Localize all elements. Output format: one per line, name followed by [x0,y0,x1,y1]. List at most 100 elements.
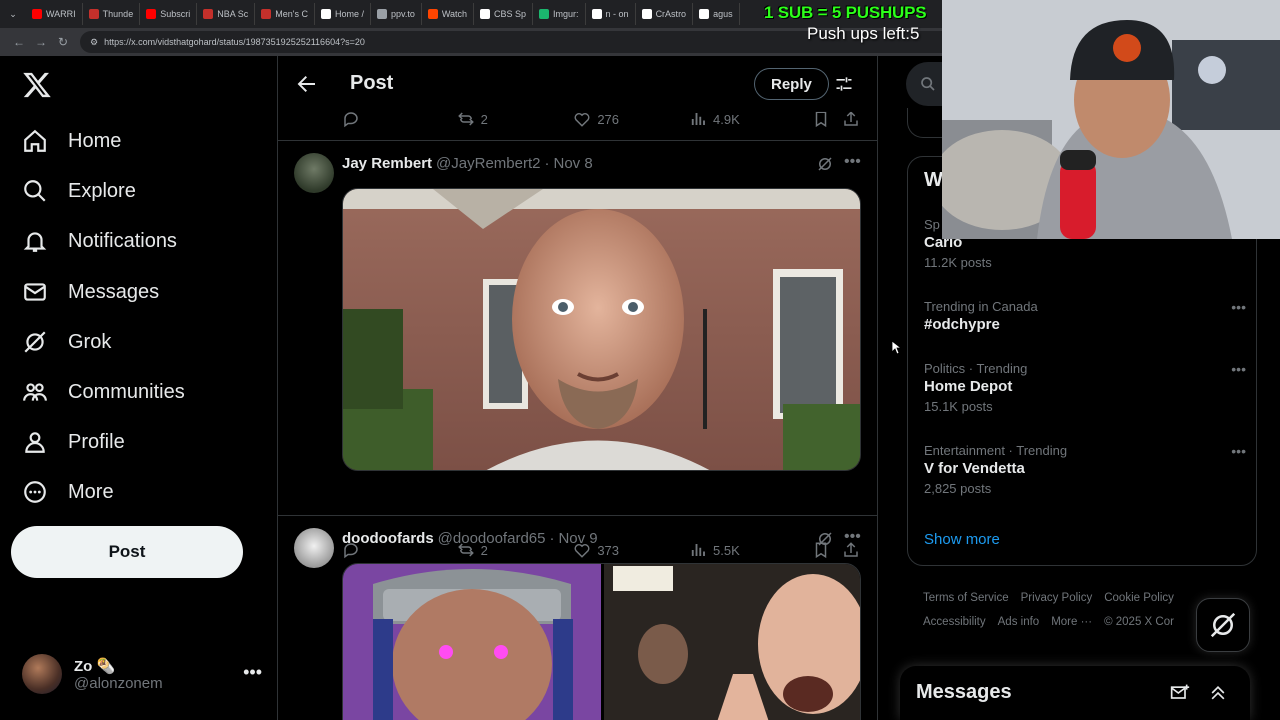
more-horizontal-icon[interactable]: ••• [844,528,861,546]
nav-item-grok[interactable]: Grok [22,322,111,362]
envelope-icon [24,283,46,301]
share-button[interactable] [842,110,862,128]
tweet-author-handle[interactable]: @JayRembert2 [436,155,540,172]
browser-tab[interactable]: Home / [315,3,371,25]
tweet-media-image[interactable] [342,188,861,471]
footer-links: Terms of Service Privacy Policy Cookie Pol… [923,586,1243,634]
chevron-up-icon[interactable] [1208,683,1228,703]
tweet-avatar[interactable] [294,528,334,568]
tweet-author-name[interactable]: Jay Rembert [342,155,432,172]
bookmark-button[interactable] [812,110,843,128]
nav-item-more[interactable]: More [22,472,114,512]
tweet[interactable]: doodoofards @doodoofard65 · Nov 9 ••• [278,516,877,720]
tweet-date[interactable]: Nov 9 [558,530,597,547]
bell-icon [23,232,47,252]
footer-link[interactable]: More ··· [1051,616,1092,628]
trend-category: Entertainment · Trending [924,443,1068,458]
browser-tab[interactable]: Thunde [83,3,141,25]
browser-tab[interactable]: n - on [586,3,636,25]
browser-tab[interactable]: Imgur: [533,3,586,25]
more-horizontal-icon[interactable]: ••• [1231,361,1246,377]
nav-item-communities[interactable]: Communities [22,372,185,412]
tweet-media-image[interactable] [342,563,861,720]
sliders-icon[interactable] [834,74,854,94]
browser-tab[interactable]: WARRI [26,3,83,25]
trend-item[interactable]: Trending in Canada #odchypre ••• [924,299,1254,333]
like-button[interactable]: 276 [573,110,689,128]
grok-icon[interactable] [816,530,834,548]
account-switcher[interactable]: Zo 🌯 @alonzonem ••• [22,652,262,696]
reply-button[interactable] [342,110,457,128]
browser-tab[interactable]: agus [693,3,740,25]
back-arrow-icon[interactable] [294,72,318,96]
trend-name: V for Vendetta [924,460,1025,477]
action-count: 2 [480,111,488,127]
footer-link[interactable]: © 2025 X Cor [1104,616,1174,628]
action-count: 276 [597,111,620,127]
trend-name: #odchypre [924,316,1000,333]
trend-item[interactable]: Politics · Trending Home Depot 15.1K posts… [924,361,1254,414]
footer-link[interactable]: Accessibility [923,616,986,628]
tab-search-icon[interactable]: ⌄ [6,7,20,21]
people-icon [23,383,47,401]
url-text: https://x.com/vidsthatgohard/status/1987… [104,37,365,47]
footer-link[interactable]: Ads info [998,616,1040,628]
more-horizontal-icon[interactable]: ••• [1231,443,1246,459]
x-logo-icon[interactable] [22,70,52,100]
browser-tab-label: WARRI [46,9,76,19]
more-horizontal-icon[interactable]: ••• [1231,299,1246,315]
nav-item-label: Explore [68,179,136,202]
messages-drawer[interactable]: Messages [900,666,1250,720]
repost-button[interactable]: 2 [457,110,574,128]
browser-tab[interactable]: NBA Sc [197,3,256,25]
tweet-author-handle[interactable]: @doodoofard65 [438,530,546,547]
tweet-avatar[interactable] [294,153,334,193]
account-emoji: 🌯 [96,657,116,675]
browser-tab-label: n - on [605,9,629,19]
tab-favicon-icon [480,9,491,19]
tab-favicon-icon [203,9,214,19]
account-name: Zo [74,657,93,675]
tweet[interactable]: Jay Rembert @JayRembert2 · Nov 8 ••• 2 3… [278,141,877,559]
footer-link[interactable]: Cookie Policy [1104,592,1174,604]
browser-tab[interactable]: CBS Sp [474,3,534,25]
trend-item[interactable]: Entertainment · Trending V for Vendetta 2,… [924,443,1254,496]
browser-tab[interactable]: Subscri [140,3,198,25]
footer-link[interactable]: Terms of Service [923,592,1009,604]
nav-item-home[interactable]: Home [22,121,121,161]
nav-item-messages[interactable]: Messages [22,272,159,312]
new-message-icon[interactable] [1170,683,1190,703]
reload-icon[interactable]: ↻ [52,31,74,53]
nav-item-label: Messages [68,280,160,303]
page-title: Post [350,72,394,94]
reply-button[interactable]: Reply [754,68,829,100]
site-info-icon[interactable]: ⚙ [90,37,98,48]
trend-post-count: 2,825 posts [924,481,992,496]
grok-icon[interactable] [816,155,834,173]
tab-favicon-icon [699,9,710,19]
main-column: Post Reply 2 276 4.9K Jay Rembert @JayRemb… [277,56,878,720]
browser-tab-label: CBS Sp [494,9,527,19]
footer-link[interactable]: Privacy Policy [1021,592,1093,604]
post-button[interactable]: Post [11,526,243,578]
repost-icon [457,112,474,126]
tweet-author-name[interactable]: doodoofards [342,530,434,547]
views-button[interactable]: 4.9K [689,110,812,128]
more-horizontal-icon[interactable]: ••• [243,662,262,683]
browser-tab[interactable]: Men's C [255,3,315,25]
forward-nav-icon[interactable]: → [30,31,52,53]
nav-item-explore[interactable]: Explore [22,171,136,211]
grok-button[interactable] [1196,598,1250,652]
show-more-link[interactable]: Show more [924,531,1000,548]
more-horizontal-icon[interactable]: ••• [844,153,861,171]
browser-tab[interactable]: ppv.to [371,3,422,25]
browser-tab[interactable]: CrAstro [636,3,694,25]
browser-tab[interactable]: Watch [422,3,475,25]
nav-item-notifications[interactable]: Notifications [22,221,177,261]
tab-favicon-icon [376,9,387,19]
trend-name: Home Depot [924,378,1013,395]
back-nav-icon[interactable]: ← [8,31,30,53]
browser-tab-label: Watch [441,9,468,19]
tweet-date[interactable]: Nov 8 [553,155,592,172]
nav-item-profile[interactable]: Profile [22,422,125,462]
